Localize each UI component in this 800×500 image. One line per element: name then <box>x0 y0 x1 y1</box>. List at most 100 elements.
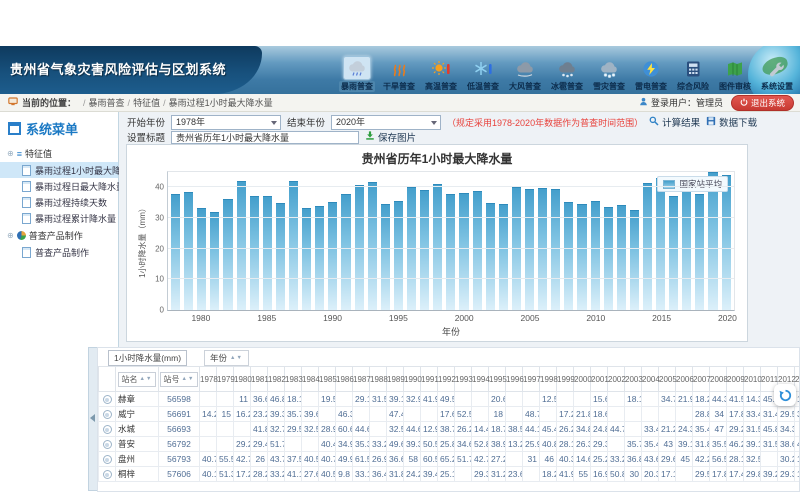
sort-arrows-icon: ▲▼ <box>182 376 195 382</box>
station-id-cell: 56792 <box>159 437 200 452</box>
sort-header-box[interactable]: 站号▲▼ <box>160 372 199 387</box>
nav-item-label: 暴雨普查 <box>339 81 375 92</box>
nav-item-hail[interactable]: 冰雹普查 <box>546 50 588 92</box>
year-column-header: 2005 <box>659 367 676 392</box>
year-column-header: 1994 <box>472 367 489 392</box>
value-cell: 52.5 <box>455 407 472 422</box>
value-cell <box>200 437 217 452</box>
value-cell: 26.9 <box>370 452 387 467</box>
nav-item-label: 干旱普查 <box>381 81 417 92</box>
value-cell: 50.5 <box>421 437 438 452</box>
nav-item-drought[interactable]: 干旱普查 <box>378 50 420 92</box>
nav-item-snow[interactable]: 雪灾普查 <box>588 50 630 92</box>
nav-item-lightning[interactable]: 雷电普查 <box>630 50 672 92</box>
station-name-cell: 普安 <box>116 437 159 452</box>
save-image-button[interactable]: 保存图片 <box>365 130 416 144</box>
value-cell: 29.3 <box>591 437 608 452</box>
value-cell: 47 <box>710 422 727 437</box>
logout-button[interactable]: 退出系统 <box>731 95 794 111</box>
value-cell: 56.5 <box>710 452 727 467</box>
breadcrumb-item[interactable]: 暴雨过程1小时最大降水量 <box>169 98 273 108</box>
tree-group[interactable]: ⊕≡特征值 <box>0 144 118 162</box>
value-cell: 39.1 <box>387 392 404 407</box>
row-radio[interactable] <box>103 410 112 419</box>
station-name-cell: 威宁 <box>116 407 159 422</box>
row-radio[interactable] <box>103 440 112 449</box>
breadcrumb-separator: / <box>128 98 131 108</box>
value-cell: 31.5 <box>744 422 761 437</box>
chart-bar-1986 <box>276 203 285 310</box>
value-cell: 40.8 <box>540 437 557 452</box>
column-header-label: 站号 <box>164 374 180 385</box>
value-cell: 26.2 <box>557 422 574 437</box>
refresh-spinner[interactable] <box>774 384 796 406</box>
table-panel: 1小时降水量(mm) 年份 ▲▼ 站名▲▼站号▲▼197819791980198… <box>97 347 800 492</box>
value-cell <box>761 452 778 467</box>
nav-item-system-settings[interactable]: 系统设置 <box>756 50 798 92</box>
radio-cell <box>99 422 116 437</box>
nav-item-map-review[interactable]: 图件审核 <box>714 50 756 92</box>
year-column-header: 2010 <box>744 367 761 392</box>
gridline <box>168 278 734 279</box>
tree-toggle-icon[interactable]: ⊕ <box>7 149 14 158</box>
row-radio[interactable] <box>103 470 112 479</box>
nav-item-rainstorm[interactable]: 暴雨普查 <box>336 50 378 92</box>
breadcrumb-separator: / <box>83 98 86 108</box>
value-cell: 15 <box>217 407 234 422</box>
value-cell <box>217 437 234 452</box>
unit-selector[interactable]: 1小时降水量(mm) <box>108 350 187 366</box>
chart-title-input[interactable] <box>171 131 359 144</box>
year-column-header: 1981 <box>251 367 268 392</box>
value-cell: 29.3 <box>472 467 489 482</box>
value-cell <box>506 392 523 407</box>
value-cell <box>200 422 217 437</box>
end-year-select[interactable]: 2020年 <box>331 115 441 130</box>
sidebar-item-label: 普查产品制作 <box>35 246 89 259</box>
year-column-header: 2007 <box>693 367 710 392</box>
sidebar-item[interactable]: 暴雨过程日最大降水量 <box>0 178 118 194</box>
year-sort-control[interactable]: 年份 ▲▼ <box>204 350 249 366</box>
start-year-select[interactable]: 1978年 <box>171 115 281 130</box>
sort-header-box[interactable]: 站名▲▼ <box>118 372 157 387</box>
nav-item-low-temp[interactable]: 低温普查 <box>462 50 504 92</box>
year-column-header: 2006 <box>676 367 693 392</box>
chart-bar-2005 <box>525 189 534 310</box>
download-button[interactable]: 数据下载 <box>706 115 757 129</box>
sidebar-item[interactable]: 暴雨过程累计降水量 <box>0 210 118 226</box>
value-cell: 29.8 <box>744 467 761 482</box>
value-cell: 18.6 <box>591 407 608 422</box>
x-tick-label: 2010 <box>586 313 605 323</box>
calculate-button[interactable]: 计算结果 <box>649 115 700 129</box>
tree-toggle-icon[interactable]: ⊕ <box>7 231 14 240</box>
station-name-cell: 赫章 <box>116 392 159 407</box>
value-cell <box>336 392 353 407</box>
composite-risk-icon <box>680 58 706 80</box>
value-cell: 40.5 <box>302 452 319 467</box>
breadcrumb-item[interactable]: 特征值 <box>133 98 160 108</box>
chart-bar-1985 <box>263 196 272 310</box>
value-cell: 40.7 <box>319 452 336 467</box>
value-cell: 50.8 <box>608 467 625 482</box>
row-radio[interactable] <box>103 395 112 404</box>
row-radio[interactable] <box>103 425 112 434</box>
chart-bar-2001 <box>473 191 482 310</box>
value-cell: 33.4 <box>744 407 761 422</box>
sidebar-item[interactable]: 暴雨过程持续天数 <box>0 194 118 210</box>
value-cell: 18 <box>489 407 506 422</box>
sidebar-item[interactable]: 暴雨过程1小时最大降水量 <box>0 162 118 178</box>
value-cell: 41.9 <box>421 392 438 407</box>
tree-group[interactable]: ⊕普查产品制作 <box>0 226 118 244</box>
chart-plot: 1小时降水量（mm） 国家站平均 年份 01020304019801985199… <box>167 171 735 311</box>
nav-item-wind[interactable]: 大风普查 <box>504 50 546 92</box>
station-id-header[interactable]: 站号▲▼ <box>159 367 200 392</box>
value-cell: 32.5 <box>302 422 319 437</box>
station-name-header[interactable]: 站名▲▼ <box>116 367 159 392</box>
row-radio[interactable] <box>103 455 112 464</box>
sidebar-item[interactable]: 普查产品制作 <box>0 244 118 260</box>
chart-bar-1978 <box>171 194 180 310</box>
table-row: 威宁5669114.21516.223.239.335.739.646.347.… <box>99 407 800 422</box>
nav-item-high-temp[interactable]: 高温普查 <box>420 50 462 92</box>
table-row: 桐梓5760640.151.317.228.233.241.127.640.59… <box>99 467 800 482</box>
nav-item-composite-risk[interactable]: 综合风险 <box>672 50 714 92</box>
breadcrumb-item[interactable]: 暴雨普查 <box>89 98 125 108</box>
